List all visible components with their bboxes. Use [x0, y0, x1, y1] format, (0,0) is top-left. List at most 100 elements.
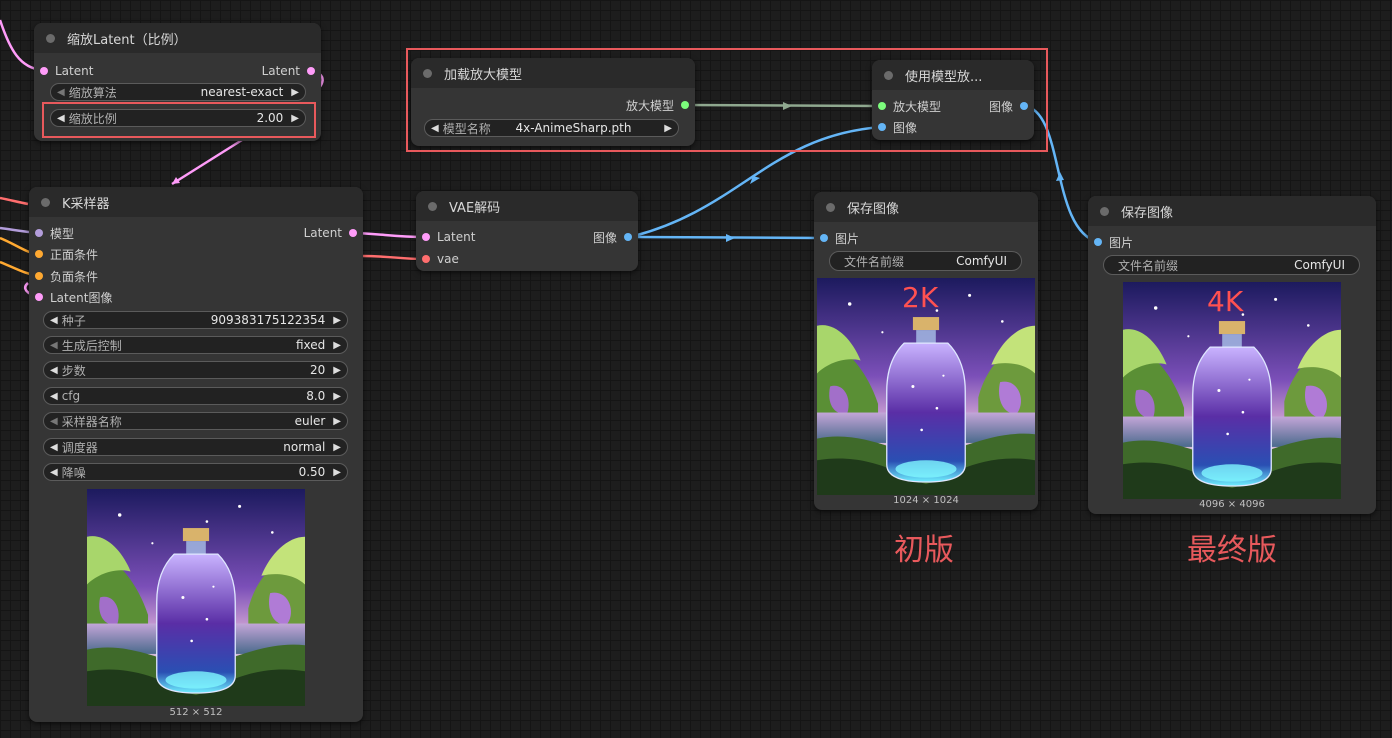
node-ksampler[interactable]: K采样器 模型 Latent 正面条件 负面条件 Latent图像 ◀ 种子 9…	[29, 187, 363, 722]
conditioning-socket-icon[interactable]	[35, 250, 43, 258]
input-slot-latent-image[interactable]: Latent图像	[35, 289, 112, 305]
input-slot-images[interactable]: 图片	[820, 230, 859, 246]
widget-upscale-method[interactable]: ◀ 缩放算法 nearest-exact ▶	[50, 83, 306, 101]
widget-sampler-name[interactable]: ◀ 采样器名称 euler ▶	[43, 412, 348, 430]
node-vae-decode[interactable]: VAE解码 Latent 图像 vae	[416, 191, 638, 271]
collapse-dot-icon[interactable]	[1100, 206, 1109, 216]
node-upscale-model-loader[interactable]: 加载放大模型 放大模型 ◀ 模型名称 4x-AnimeSharp.pth ▶	[411, 58, 695, 146]
node-latent-upscale-by[interactable]: 缩放Latent（比例） Latent Latent ◀ 缩放算法 neares…	[34, 23, 321, 141]
decrement-arrow-icon[interactable]: ◀	[50, 442, 58, 453]
widget-label: 缩放算法	[68, 85, 117, 100]
increment-arrow-icon[interactable]: ▶	[291, 113, 299, 124]
image-socket-icon[interactable]	[1094, 238, 1102, 246]
widget-model-name[interactable]: ◀ 模型名称 4x-AnimeSharp.pth ▶	[424, 119, 679, 137]
collapse-dot-icon[interactable]	[41, 197, 50, 207]
image-socket-icon[interactable]	[624, 233, 632, 241]
node-title-bar[interactable]: 保存图像	[1088, 196, 1376, 226]
widget-scheduler[interactable]: ◀ 调度器 normal ▶	[43, 438, 348, 456]
latent-socket-icon[interactable]	[307, 67, 315, 75]
input-slot-latent[interactable]: Latent	[422, 229, 475, 245]
node-title-bar[interactable]: VAE解码	[416, 191, 638, 221]
input-slot-image[interactable]: 图像	[878, 119, 917, 135]
slot-label: 放大模型	[625, 98, 674, 113]
decrement-arrow-icon[interactable]: ◀	[50, 365, 58, 376]
input-slot-model[interactable]: 模型	[35, 225, 74, 241]
input-slot-vae[interactable]: vae	[422, 251, 459, 267]
wire-vae-to-save2k-arrow	[726, 234, 735, 242]
latent-socket-icon[interactable]	[422, 233, 430, 241]
image-socket-icon[interactable]	[878, 123, 886, 131]
node-upscale-with-model[interactable]: 使用模型放... 放大模型 图像 图像	[872, 60, 1034, 140]
slot-label: 图像	[592, 230, 617, 245]
node-title-bar[interactable]: 使用模型放...	[872, 60, 1034, 90]
increment-arrow-icon[interactable]: ▶	[333, 391, 341, 402]
node-title: 使用模型放...	[905, 69, 983, 85]
image-socket-icon[interactable]	[1020, 102, 1028, 110]
decrement-arrow-icon[interactable]: ◀	[50, 340, 58, 351]
input-slot-positive[interactable]: 正面条件	[35, 246, 98, 262]
collapse-dot-icon[interactable]	[826, 202, 835, 212]
output-slot-latent[interactable]: Latent	[304, 225, 357, 241]
slot-label: 正面条件	[50, 247, 99, 262]
node-save-image-2k[interactable]: 保存图像 图片 文件名前缀 ComfyUI 1024 × 1024	[814, 192, 1038, 510]
wire-latent-arrow	[172, 177, 180, 184]
collapse-dot-icon[interactable]	[428, 201, 437, 211]
conditioning-socket-icon[interactable]	[35, 272, 43, 280]
decrement-arrow-icon[interactable]: ◀	[50, 391, 58, 402]
increment-arrow-icon[interactable]: ▶	[333, 442, 341, 453]
widget-scale-by[interactable]: ◀ 缩放比例 2.00 ▶	[50, 109, 306, 127]
node-title-bar[interactable]: K采样器	[29, 187, 363, 217]
output-slot-image[interactable]: 图像	[989, 98, 1028, 114]
model-socket-icon[interactable]	[35, 229, 43, 237]
output-slot-upscale-model[interactable]: 放大模型	[626, 97, 689, 113]
input-slot-latent[interactable]: Latent	[40, 63, 93, 79]
increment-arrow-icon[interactable]: ▶	[291, 87, 299, 98]
widget-value: 8.0	[306, 389, 326, 403]
collapse-dot-icon[interactable]	[884, 70, 893, 80]
latent-socket-icon[interactable]	[35, 293, 43, 301]
decrement-arrow-icon[interactable]: ◀	[57, 113, 65, 124]
widget-denoise[interactable]: ◀ 降噪 0.50 ▶	[43, 463, 348, 481]
node-title-bar[interactable]: 缩放Latent（比例）	[34, 23, 321, 53]
node-title-bar[interactable]: 保存图像	[814, 192, 1038, 222]
wire-offscreen-red	[0, 196, 29, 206]
upscale-model-socket-icon[interactable]	[878, 102, 886, 110]
increment-arrow-icon[interactable]: ▶	[333, 365, 341, 376]
wire-upscale-to-save4k-arrow	[1056, 172, 1064, 181]
decrement-arrow-icon[interactable]: ◀	[50, 315, 58, 326]
widget-filename-prefix[interactable]: 文件名前缀 ComfyUI	[1103, 255, 1360, 275]
slot-label: Latent	[437, 230, 476, 244]
latent-socket-icon[interactable]	[349, 229, 357, 237]
input-slot-upscale-model[interactable]: 放大模型	[878, 98, 941, 114]
collapse-dot-icon[interactable]	[423, 68, 432, 78]
decrement-arrow-icon[interactable]: ◀	[57, 87, 65, 98]
output-slot-latent[interactable]: Latent	[262, 63, 315, 79]
image-socket-icon[interactable]	[820, 234, 828, 242]
widget-cfg[interactable]: ◀ cfg 8.0 ▶	[43, 387, 348, 405]
input-slot-images[interactable]: 图片	[1094, 234, 1133, 250]
widget-steps[interactable]: ◀ 步数 20 ▶	[43, 361, 348, 379]
node-title-bar[interactable]: 加载放大模型	[411, 58, 695, 88]
widget-control-after-generate[interactable]: ◀ 生成后控制 fixed ▶	[43, 336, 348, 354]
input-slot-negative[interactable]: 负面条件	[35, 268, 98, 284]
latent-socket-icon[interactable]	[40, 67, 48, 75]
collapse-dot-icon[interactable]	[46, 33, 55, 43]
output-slot-image[interactable]: 图像	[593, 229, 632, 245]
increment-arrow-icon[interactable]: ▶	[333, 340, 341, 351]
decrement-arrow-icon[interactable]: ◀	[50, 416, 58, 427]
increment-arrow-icon[interactable]: ▶	[333, 467, 341, 478]
widget-filename-prefix[interactable]: 文件名前缀 ComfyUI	[829, 251, 1022, 271]
upscale-model-socket-icon[interactable]	[681, 101, 689, 109]
annotation-final-version: 最终版	[1187, 533, 1277, 568]
node-save-image-4k[interactable]: 保存图像 图片 文件名前缀 ComfyUI 4096 × 4096	[1088, 196, 1376, 514]
widget-seed[interactable]: ◀ 种子 909383175122354 ▶	[43, 311, 348, 329]
widget-value: 20	[310, 363, 326, 377]
preview-size-label: 4096 × 4096	[1199, 499, 1265, 510]
increment-arrow-icon[interactable]: ▶	[333, 315, 341, 326]
increment-arrow-icon[interactable]: ▶	[333, 416, 341, 427]
widget-label: 文件名前缀	[1118, 258, 1179, 273]
decrement-arrow-icon[interactable]: ◀	[50, 467, 58, 478]
decrement-arrow-icon[interactable]: ◀	[431, 123, 439, 134]
increment-arrow-icon[interactable]: ▶	[664, 123, 672, 134]
vae-socket-icon[interactable]	[422, 255, 430, 263]
